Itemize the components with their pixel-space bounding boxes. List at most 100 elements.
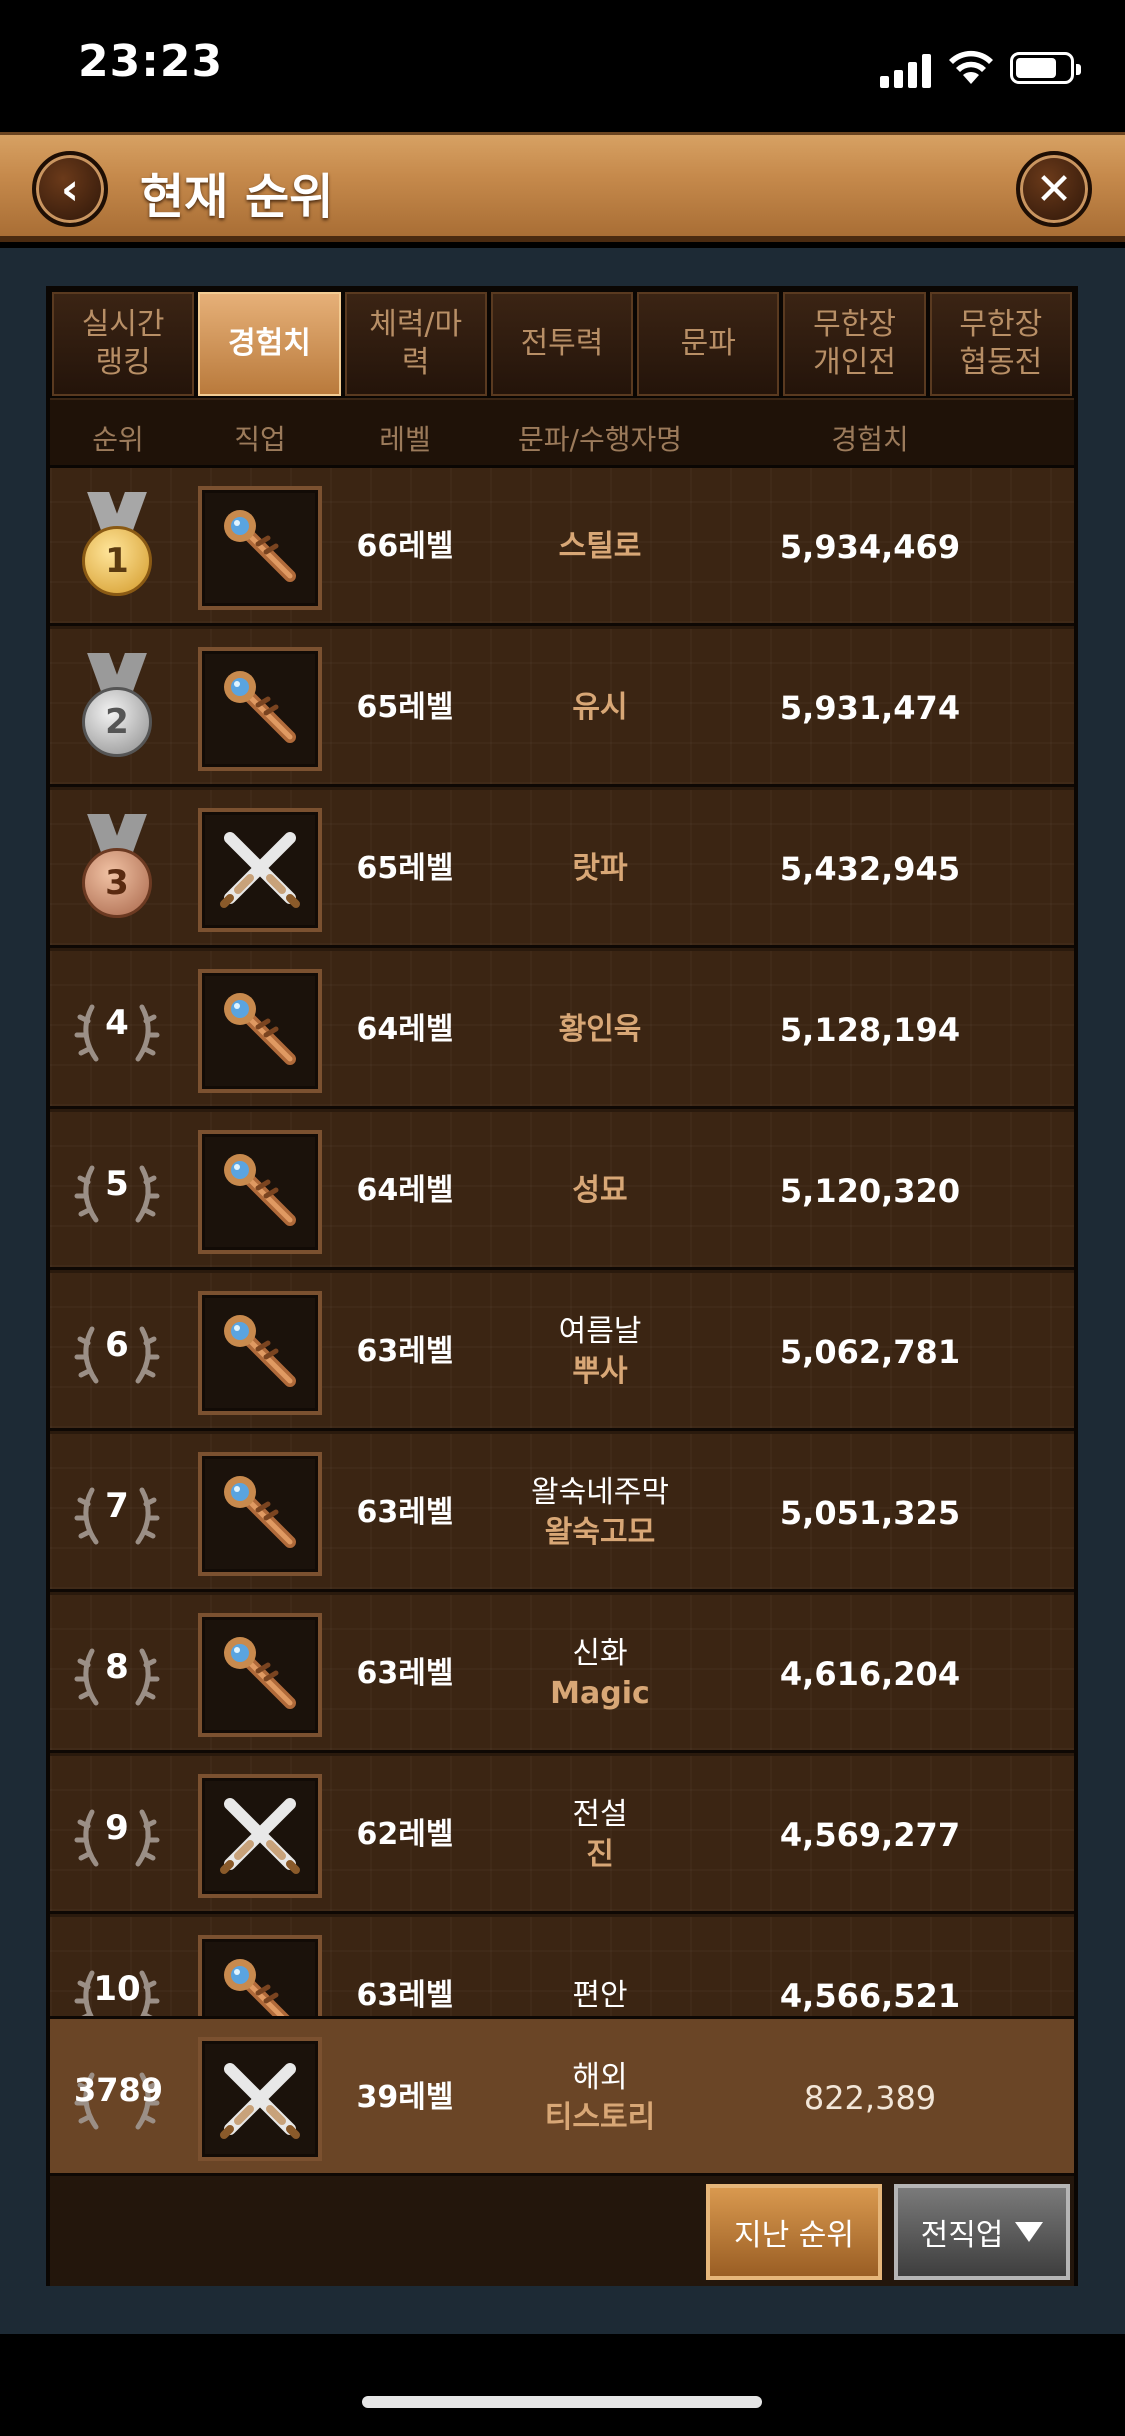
staff-icon: [212, 1303, 308, 1403]
silver-medal-icon: 2: [82, 687, 152, 757]
table-row[interactable]: 3 65레벨 랏파 5,432,945: [50, 790, 1074, 948]
table-row[interactable]: 9 62레벨 전설진 4,569,277: [50, 1756, 1074, 1914]
job-icon-frame: [198, 1291, 322, 1415]
tab-label: 무한장 개인전: [813, 307, 896, 380]
guild-name: 전설: [572, 1797, 628, 1832]
footer: 지난 순위 전직업: [50, 2176, 1074, 2286]
crossed-blades-icon: [212, 1786, 308, 1886]
tab-experience[interactable]: 경험치: [198, 292, 341, 396]
name-cell: 왈숙네주막왈숙고모: [490, 1434, 710, 1592]
signal-icon: [880, 52, 932, 88]
past-rank-label: 지난 순위: [734, 2218, 854, 2253]
tab-guild[interactable]: 문파: [637, 292, 780, 396]
level: 64레벨: [356, 1012, 454, 1047]
staff-icon: [212, 981, 308, 1081]
rank-number: 2: [105, 702, 129, 742]
player-name: 진: [586, 1837, 614, 1872]
col-job: 직업: [234, 423, 286, 456]
player-name: 왈숙고모: [544, 1515, 656, 1550]
crossed-blades-icon: [220, 2063, 300, 2139]
job-icon-frame: [198, 486, 322, 610]
tab-label: 경험치: [228, 326, 311, 361]
past-rank-button[interactable]: 지난 순위: [706, 2184, 882, 2280]
rank-number: 10: [93, 1969, 141, 2009]
crossed-blades-icon: [212, 820, 308, 920]
guild-name: 편안: [572, 1978, 628, 2013]
tab-infinite-solo[interactable]: 무한장 개인전: [783, 292, 926, 396]
medal-ribbon: [94, 814, 140, 852]
column-header: 순위 직업 레벨 문파/수행자명 경험치: [50, 398, 1074, 468]
table-row[interactable]: 7 63레벨 왈숙네주막 왈숙고모 5,051,325: [50, 1434, 1074, 1592]
rank-badge: 2: [74, 653, 160, 763]
tab-realtime[interactable]: 실시간 랭킹: [52, 292, 195, 396]
job-icon-frame: [198, 1130, 322, 1254]
rank-badge: 7: [74, 1458, 160, 1568]
col-level: 레벨: [379, 423, 431, 456]
experience: 5,432,945: [779, 850, 961, 888]
table-row[interactable]: 5 64레벨 성묘 5,120,320: [50, 1112, 1074, 1270]
staff-icon: [212, 498, 308, 598]
rank-badge: 8: [74, 1619, 160, 1729]
rank-badge: 6: [74, 1297, 160, 1407]
dropdown-arrow-icon: [1015, 2222, 1044, 2242]
screen: 23:23 ‹ 현재 순위 ✕ 실시간 랭킹 경험치 체력/마 력 전투력 문파…: [0, 0, 1125, 2436]
guild-name: 신화: [572, 1636, 628, 1671]
bronze-medal-icon: 3: [82, 848, 152, 918]
staff-icon: [212, 1464, 308, 1564]
status-bar: 23:23: [0, 0, 1125, 132]
tab-combat-power[interactable]: 전투력: [490, 292, 634, 396]
experience: 5,931,474: [779, 689, 961, 727]
tab-label: 전투력: [520, 326, 604, 361]
bottom-area: [0, 2334, 1125, 2436]
home-indicator[interactable]: [362, 2396, 762, 2408]
rank-number: 1: [105, 541, 129, 581]
experience: 5,934,469: [779, 528, 961, 566]
rank-badge: 3: [74, 814, 160, 924]
medal-ribbon: [94, 492, 140, 530]
guild-name: 여름날: [558, 1314, 642, 1349]
tab-infinite-coop[interactable]: 무한장 협동전: [929, 292, 1072, 396]
tab-hp-mp[interactable]: 체력/마 력: [344, 292, 487, 396]
header-bar: ‹ 현재 순위 ✕: [0, 132, 1125, 242]
player-name: 뿌사: [572, 1354, 628, 1389]
rank-badge: 4: [74, 975, 160, 1085]
player-name: 스틸로: [558, 529, 642, 564]
name-cell: 여름날뿌사: [490, 1273, 710, 1431]
table-row[interactable]: 6 63레벨 여름날 뿌사 5,062,781: [50, 1273, 1074, 1431]
level: 66레벨: [356, 529, 454, 564]
name-cell: 해외 티스토리: [490, 2019, 710, 2177]
name-cell: 전설진: [490, 1756, 710, 1914]
battery-icon: [1010, 52, 1081, 84]
experience: 4,569,277: [779, 1816, 961, 1854]
name-cell: 유시: [490, 629, 710, 787]
wifi-icon: [949, 50, 993, 84]
guild-name: 해외: [572, 2060, 628, 2095]
table-row[interactable]: 2 65레벨 유시 5,931,474: [50, 629, 1074, 787]
page-title: 현재 순위: [140, 169, 334, 225]
close-button[interactable]: ✕: [1016, 151, 1092, 227]
guild-name: 왈숙네주막: [531, 1475, 669, 1510]
back-button[interactable]: ‹: [32, 151, 108, 227]
level: 64레벨: [356, 1173, 454, 1208]
table-row[interactable]: 8 63레벨 신화 Magic 4,616,204: [50, 1595, 1074, 1753]
status-time: 23:23: [78, 36, 224, 87]
rank-badge: 5: [74, 1136, 160, 1246]
close-icon: ✕: [1035, 163, 1073, 215]
level: 63레벨: [356, 1495, 454, 1530]
job-icon-frame: [198, 2037, 322, 2161]
job-filter-dropdown[interactable]: 전직업: [894, 2184, 1070, 2280]
rank-number: 9: [105, 1808, 129, 1848]
level: 62레벨: [356, 1817, 454, 1852]
tab-label: 무한장 협동전: [959, 307, 1043, 380]
job-icon-frame: [198, 1774, 322, 1898]
level: 65레벨: [356, 690, 454, 725]
staff-icon: [212, 1625, 308, 1725]
table-row[interactable]: 1 66레벨 스틸로 5,934,469: [50, 468, 1074, 626]
player-name: 유시: [572, 690, 628, 725]
experience: 5,128,194: [779, 1011, 961, 1049]
table-row[interactable]: 4 64레벨 황인욱 5,128,194: [50, 951, 1074, 1109]
tab-label: 문파: [680, 326, 736, 361]
tab-bar: 실시간 랭킹 경험치 체력/마 력 전투력 문파 무한장 개인전 무한장 협동전: [50, 290, 1074, 398]
level: 65레벨: [356, 851, 454, 886]
player-name: 랏파: [572, 851, 628, 886]
